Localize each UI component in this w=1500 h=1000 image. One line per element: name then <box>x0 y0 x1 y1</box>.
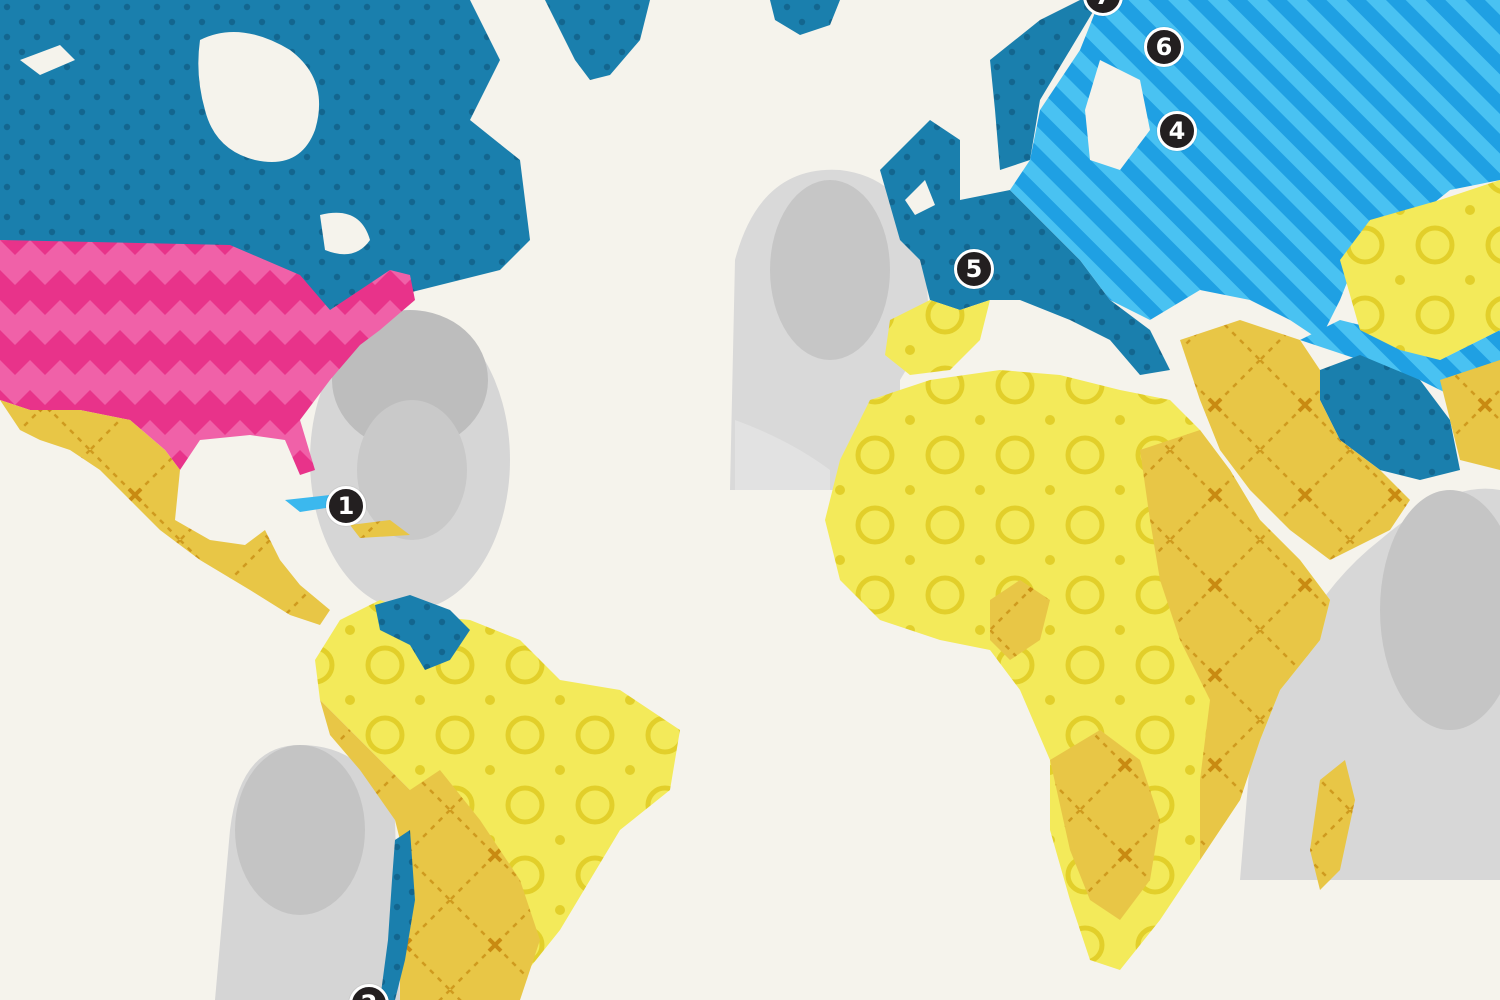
region-greenland <box>545 0 840 80</box>
world-map: 1 4 5 6 7 2 <box>0 0 1500 1000</box>
map-marker-6[interactable]: 6 <box>1144 27 1184 67</box>
map-marker-4[interactable]: 4 <box>1157 111 1197 151</box>
map-marker-1[interactable]: 1 <box>326 486 366 526</box>
map-marker-5[interactable]: 5 <box>954 249 994 289</box>
map-canvas <box>0 0 1500 1000</box>
